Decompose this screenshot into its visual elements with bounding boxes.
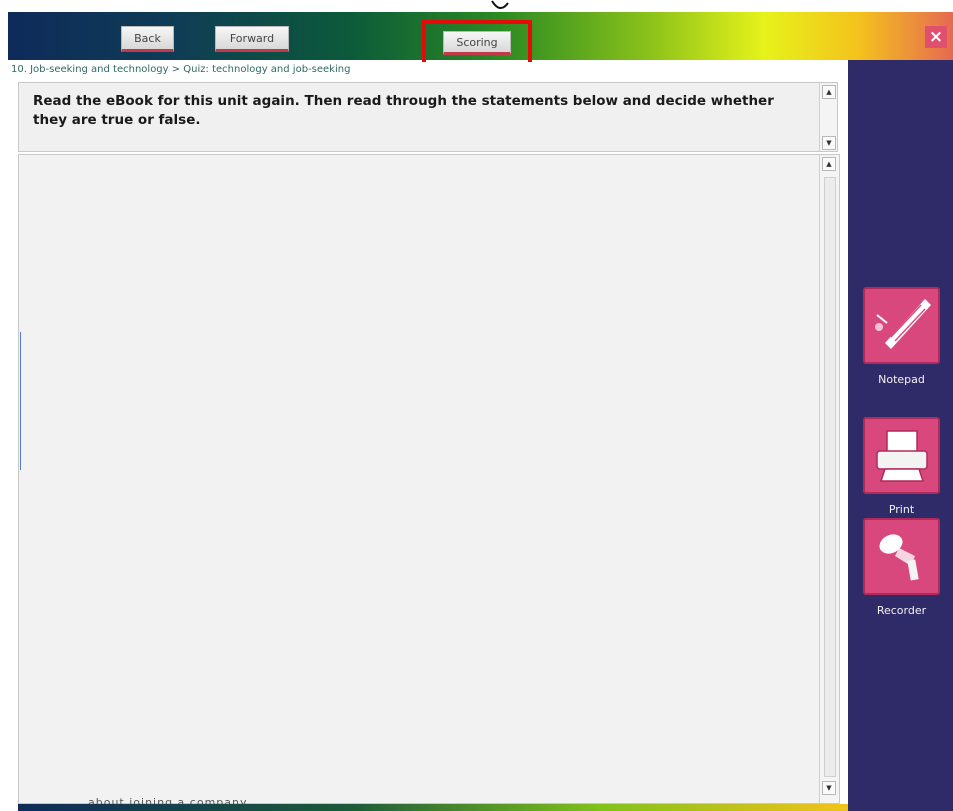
close-icon: × [928, 27, 944, 47]
breadcrumb: 10. Job-seeking and technology > Quiz: t… [8, 62, 848, 78]
back-button[interactable]: Back [121, 26, 174, 52]
instruction-panel: Read the eBook for this unit again. Then… [18, 82, 838, 152]
print-label: Print [888, 503, 915, 516]
scoring-button[interactable]: Scoring [443, 31, 511, 55]
forward-button[interactable]: Forward [215, 26, 289, 52]
notepad-icon[interactable] [863, 287, 940, 364]
printer-icon[interactable] [863, 417, 940, 494]
toolbar: Back Forward Scoring × [8, 12, 953, 66]
scroll-up-arrow[interactable]: ▲ [822, 157, 836, 171]
annotation-mark [491, 0, 509, 9]
close-button[interactable]: × [925, 26, 947, 48]
content-panel: ▲ ▼ [18, 154, 840, 804]
recorder-label: Recorder [876, 604, 927, 617]
bottom-bar [18, 804, 848, 811]
scroll-thumb[interactable] [824, 177, 836, 777]
scroll-down-arrow[interactable]: ▼ [822, 781, 836, 795]
scroll-up-arrow[interactable]: ▲ [822, 85, 836, 99]
scoring-highlight: Scoring [422, 20, 532, 66]
scroll-down-arrow[interactable]: ▼ [822, 136, 836, 150]
instruction-text: Read the eBook for this unit again. Then… [33, 93, 774, 128]
recorder-tool[interactable]: Recorder [863, 518, 940, 617]
print-tool[interactable]: Print [863, 417, 940, 516]
app-window: Back Forward Scoring × 10. Job-seeking a… [0, 0, 953, 811]
content-scrollbar[interactable]: ▲ ▼ [819, 155, 839, 803]
notepad-label: Notepad [878, 373, 925, 386]
notepad-tool[interactable]: Notepad [863, 287, 940, 386]
text-cursor [20, 332, 21, 470]
tools-sidebar: Notepad Print Recorder [848, 60, 953, 811]
microphone-icon[interactable] [863, 518, 940, 595]
instruction-scrollbar[interactable]: ▲ ▼ [819, 83, 837, 151]
cut-off-text: about joining a company [88, 796, 248, 804]
